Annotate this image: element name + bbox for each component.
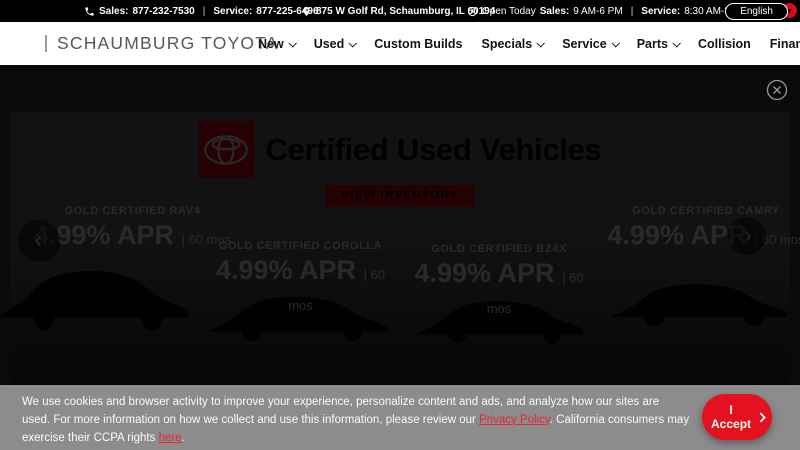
language-select-value: English <box>740 5 773 17</box>
hours-sales-value: 9 AM-6 PM <box>573 5 623 17</box>
chevron-down-icon <box>611 38 620 48</box>
logo-divider <box>45 35 47 52</box>
language-select[interactable]: English <box>725 2 788 20</box>
clock-icon <box>467 6 478 17</box>
nav-item-parts[interactable]: Parts <box>637 37 681 51</box>
nav-item-collision[interactable]: Collision <box>698 37 751 51</box>
sales-label: Sales: <box>99 5 129 17</box>
top-info-bar: Sales: 877-232-7530 | Service: 877-225-6… <box>0 0 800 22</box>
separator: | <box>202 5 206 17</box>
cookie-consent-text: We use cookies and browser activity to i… <box>22 396 690 444</box>
phone-numbers-group: Sales: 877-232-7530 | Service: 877-225-6… <box>84 0 319 22</box>
phone-icon <box>84 6 95 17</box>
open-today-text: Open Today <box>482 5 536 17</box>
nav-item-specials[interactable]: Specials <box>481 37 546 51</box>
separator: | <box>630 5 634 17</box>
hours-sales-label: Sales: <box>539 5 570 17</box>
dealer-name-logo[interactable]: SCHAUMBURG TOYOTA <box>57 22 279 65</box>
close-modal-button[interactable] <box>766 79 788 101</box>
privacy-policy-link[interactable]: Privacy Policy <box>479 414 550 426</box>
location-pin-icon <box>301 6 312 17</box>
nav-item-finance[interactable]: Finance <box>770 37 800 51</box>
nav-item-service[interactable]: Service <box>562 37 620 51</box>
chevron-right-icon <box>759 412 766 422</box>
chevron-down-icon <box>536 38 546 48</box>
hero-carousel-section: Certified Used Vehicles VIEW INVENTORY G… <box>0 65 800 385</box>
accept-cookies-button[interactable]: I Accept <box>702 394 772 440</box>
hours-group: Open Today Sales: 9 AM-6 PM | Service: 8… <box>467 0 748 22</box>
service-label: Service: <box>213 5 253 17</box>
chevron-down-icon <box>348 38 358 48</box>
nav-menu: New Used Custom Builds Specials Service … <box>258 22 800 65</box>
hours-service-label: Service: <box>641 5 681 17</box>
close-icon <box>766 79 788 101</box>
main-navigation: SCHAUMBURG TOYOTA New Used Custom Builds… <box>0 22 800 65</box>
modal-dim-overlay <box>0 65 800 385</box>
nav-item-custom-builds[interactable]: Custom Builds <box>374 37 462 51</box>
chevron-down-icon <box>672 38 681 48</box>
nav-item-new[interactable]: New <box>258 37 297 51</box>
ccpa-here-link[interactable]: here <box>159 432 182 444</box>
chevron-down-icon <box>288 38 297 48</box>
nav-item-used[interactable]: Used <box>314 37 358 51</box>
cookie-consent-banner: We use cookies and browser activity to i… <box>0 385 800 450</box>
sales-phone-link[interactable]: 877-232-7530 <box>132 6 194 17</box>
accept-label: I Accept <box>711 403 752 431</box>
page: Sales: 877-232-7530 | Service: 877-225-6… <box>0 0 800 450</box>
